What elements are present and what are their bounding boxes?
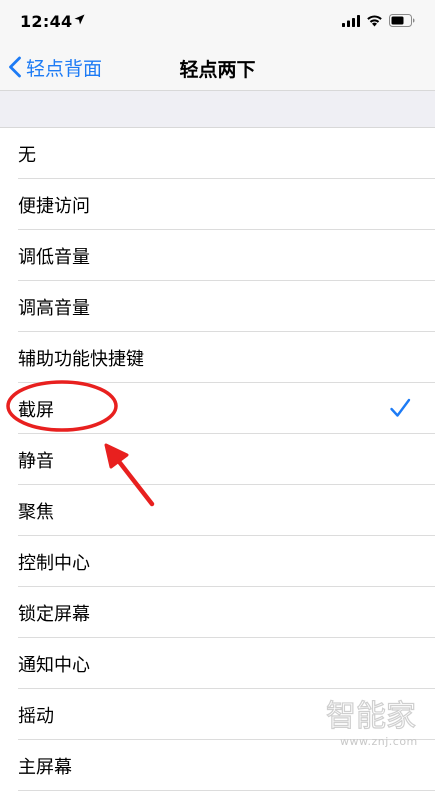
navigation-bar: 轻点背面 轻点两下 [0, 44, 435, 91]
battery-icon [389, 14, 415, 27]
status-bar: 12:44 [0, 0, 435, 44]
list-item-reachability[interactable]: 便捷访问 [0, 179, 435, 230]
list-item-screenshot[interactable]: 截屏 [0, 383, 435, 434]
section-spacer [0, 91, 435, 128]
list-item-volume-up[interactable]: 调高音量 [0, 281, 435, 332]
page-title: 轻点两下 [179, 59, 256, 81]
status-time: 12:44 [20, 12, 73, 31]
list-item-label: 便捷访问 [18, 195, 90, 217]
list-item-lock-screen[interactable]: 锁定屏幕 [0, 587, 435, 638]
list-item-accessibility-shortcut[interactable]: 辅助功能快捷键 [0, 332, 435, 383]
list-item-label: 辅助功能快捷键 [18, 348, 144, 370]
list-item-label: 截屏 [18, 399, 54, 421]
list-item-label: 通知中心 [18, 654, 90, 676]
list-item-label: 无 [18, 144, 36, 166]
wifi-icon [367, 15, 382, 27]
list-item-focus[interactable]: 聚焦 [0, 485, 435, 536]
location-arrow-icon [74, 14, 85, 25]
list-item-control-center[interactable]: 控制中心 [0, 536, 435, 587]
watermark-logo-text: 智能家 [326, 699, 416, 732]
list-item-mute[interactable]: 静音 [0, 434, 435, 485]
list-item-notification-center[interactable]: 通知中心 [0, 638, 435, 689]
cellular-signal-icon [342, 15, 360, 27]
list-item-label: 调低音量 [18, 246, 90, 268]
list-item-label: 主屏幕 [18, 756, 72, 778]
list-item-label: 控制中心 [18, 552, 90, 574]
list-item-label: 摇动 [18, 705, 54, 727]
checkmark-icon [390, 398, 411, 417]
list-item-label: 锁定屏幕 [18, 603, 90, 625]
list-item-none[interactable]: 无 [0, 128, 435, 179]
list-item-label: 聚焦 [18, 501, 54, 523]
watermark-url: www.znj.com [340, 735, 418, 748]
list-item-label: 调高音量 [18, 297, 90, 319]
option-list: 无 便捷访问 调低音量 调高音量 辅助功能快捷键 截屏 静音 聚焦 控制中心 锁… [0, 128, 435, 791]
list-item-label: 静音 [18, 450, 54, 472]
list-item-volume-down[interactable]: 调低音量 [0, 230, 435, 281]
watermark-logo: 智能家 [326, 698, 416, 732]
